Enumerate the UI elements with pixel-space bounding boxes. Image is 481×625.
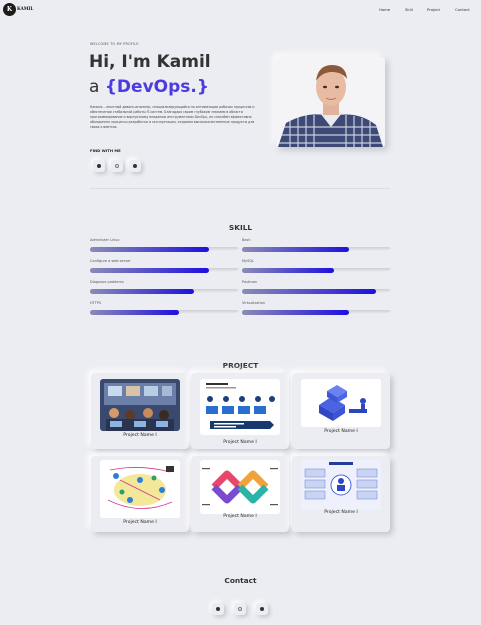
skill-bar: [90, 268, 239, 273]
skill-bar: [242, 268, 391, 273]
project-card[interactable]: Project Name I: [191, 373, 289, 449]
social-instagram-button[interactable]: [111, 160, 123, 172]
project-image: [100, 460, 180, 518]
hero-greeting: Hi, I'm Kamil: [89, 52, 211, 72]
hero-bio: Камиль – опытный девопс-инженер, специал…: [90, 105, 255, 130]
skill-label: Bash: [242, 238, 251, 242]
skill-label: Administer Linux: [90, 238, 120, 242]
skill-bar-fill: [242, 289, 377, 294]
skill-label: HTTPS: [90, 301, 102, 305]
contact-github-button[interactable]: [212, 603, 224, 615]
skill-bar-fill: [242, 247, 350, 252]
nav-contact[interactable]: Contact: [455, 7, 470, 12]
project-card[interactable]: Project Name I: [191, 456, 289, 532]
skill-label: Virtualization: [242, 301, 266, 305]
project-name: Project Name I: [123, 520, 157, 525]
skill-label: MySQL: [242, 259, 255, 263]
project-name: Project Name I: [123, 433, 157, 438]
project-image: [301, 460, 381, 510]
project-image: [100, 379, 180, 431]
project-image: [200, 379, 280, 435]
skill-bar: [90, 289, 239, 294]
social-github-button[interactable]: [93, 160, 105, 172]
welcome-text: WELCOME TO MY PROFILE: [90, 42, 139, 46]
skill-bar-fill: [90, 310, 180, 315]
telegram-icon: [260, 607, 264, 611]
skill-bar: [242, 310, 391, 315]
skill-bar-fill: [242, 268, 335, 273]
contact-title: Contact: [224, 576, 257, 585]
github-icon: [216, 607, 220, 611]
project-card[interactable]: Project Name I: [292, 373, 390, 449]
logo-text[interactable]: KAMIL: [17, 6, 33, 11]
nav-home[interactable]: Home: [379, 7, 390, 12]
project-name: Project Name I: [223, 440, 257, 445]
skill-bar-fill: [90, 247, 210, 252]
logo-letter: K: [6, 6, 13, 13]
project-name: Project Name I: [324, 510, 358, 515]
skill-bar: [242, 247, 391, 252]
logo-avatar[interactable]: K: [3, 3, 16, 16]
contact-instagram-button[interactable]: [234, 603, 246, 615]
role-highlight: {DevOps.}: [104, 77, 209, 97]
instagram-icon: [115, 164, 119, 168]
project-card[interactable]: Project Name I: [91, 373, 189, 449]
skill-bar-fill: [90, 268, 210, 273]
project-title: PROJECT: [222, 361, 259, 370]
role-prefix: a: [89, 77, 105, 97]
skill-label: Configure a web server: [90, 259, 131, 263]
project-image: [301, 379, 381, 427]
skill-title: SKILL: [228, 223, 253, 232]
hero-role: a {DevOps.}: [89, 77, 209, 97]
nav-skill[interactable]: Skill: [405, 7, 413, 12]
social-telegram-button[interactable]: [129, 160, 141, 172]
telegram-icon: [133, 164, 137, 168]
profile-photo-card: [276, 57, 385, 147]
project-name: Project Name I: [223, 514, 257, 519]
skill-bar: [90, 310, 239, 315]
nav-project[interactable]: Project: [427, 7, 440, 12]
project-card[interactable]: Project Name I: [91, 456, 189, 532]
skill-bar: [90, 247, 239, 252]
skill-label: Postman: [242, 280, 258, 284]
project-card[interactable]: Project Name I: [292, 456, 390, 532]
contact-telegram-button[interactable]: [256, 603, 268, 615]
skill-bar-fill: [242, 310, 350, 315]
profile-photo: [276, 57, 385, 147]
find-with-me-label: FIND WITH ME: [90, 148, 121, 153]
project-image: [200, 460, 280, 514]
hero-divider: [90, 188, 390, 189]
github-icon: [97, 164, 101, 168]
skill-bar: [242, 289, 391, 294]
project-name: Project Name I: [324, 429, 358, 434]
instagram-icon: [238, 607, 242, 611]
skill-bar-fill: [90, 289, 195, 294]
skill-label: Diagnose problems: [90, 280, 124, 284]
